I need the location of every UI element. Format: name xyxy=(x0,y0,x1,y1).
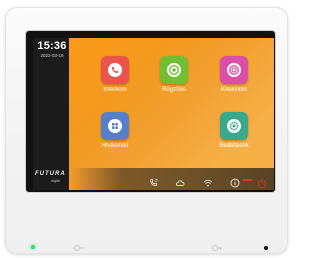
app-label-hivasmod: Hívásmód xyxy=(101,143,129,149)
app-label-kitekintes: Kitekintés xyxy=(220,87,247,93)
info-icon[interactable] xyxy=(230,175,240,188)
clock-date: 2022-03-19 xyxy=(40,53,64,58)
record-icon xyxy=(167,63,181,77)
door-touch-button[interactable] xyxy=(211,240,223,251)
app-tile-rogzites[interactable] xyxy=(160,56,188,84)
alert-indicator-line xyxy=(243,179,252,181)
key-icon xyxy=(74,245,84,251)
cloud-icon[interactable] xyxy=(175,175,185,186)
call-log-icon[interactable] xyxy=(149,175,159,187)
left-info-panel xyxy=(33,38,69,190)
app-label-beallitasok: Beállítások xyxy=(219,143,249,149)
microphone-dot xyxy=(264,246,268,250)
app-tile-interkom[interactable] xyxy=(101,56,129,84)
power-icon[interactable] xyxy=(257,175,267,188)
status-led xyxy=(31,245,35,249)
lock-key-icon xyxy=(212,245,222,251)
touchscreen[interactable]: 15:36 2022-03-19 FUTURA digital Interkom… xyxy=(33,38,274,190)
app-tile-hivasmod[interactable] xyxy=(101,112,129,140)
app-label-rogzites: Rögzítés xyxy=(162,87,186,93)
clock-time: 15:36 xyxy=(37,40,67,52)
wifi-icon[interactable] xyxy=(203,175,213,187)
brand-logo: FUTURA xyxy=(35,171,66,177)
app-tile-beallitasok[interactable] xyxy=(220,112,248,140)
grid-icon xyxy=(108,119,122,133)
phone-icon xyxy=(108,63,122,77)
brand-subtitle: digital xyxy=(51,179,61,183)
gear-icon xyxy=(227,119,241,133)
app-label-interkom: Interkom xyxy=(103,87,127,93)
unlock-touch-button[interactable] xyxy=(73,240,85,251)
camera-view-icon xyxy=(227,63,241,77)
app-tile-kitekintes[interactable] xyxy=(220,56,248,84)
